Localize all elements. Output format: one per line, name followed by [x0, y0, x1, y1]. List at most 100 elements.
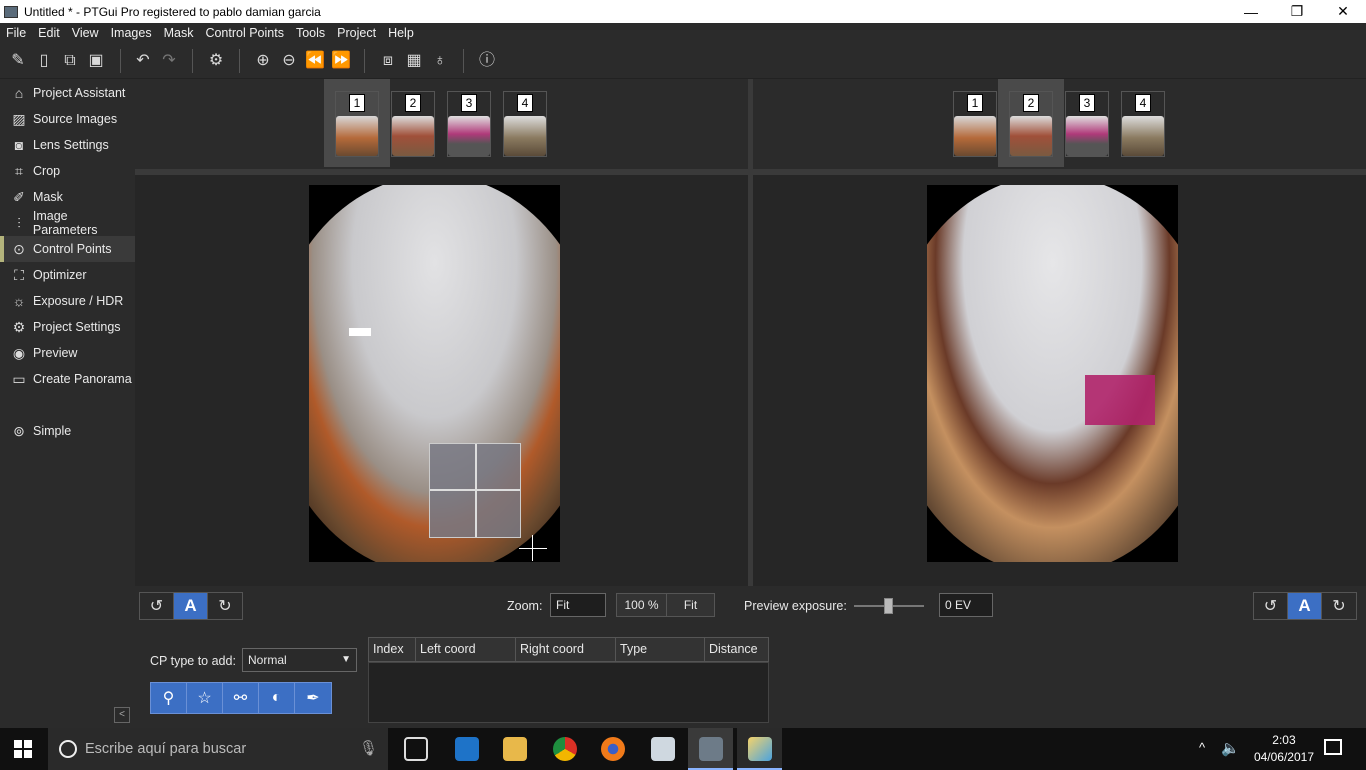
cp-table-body[interactable]: [368, 662, 769, 723]
sidebar-item-control-points[interactable]: ⊙ Control Points: [0, 236, 135, 262]
fast-forward-icon[interactable]: ⏩: [331, 51, 351, 71]
volume-icon[interactable]: 🔈: [1221, 739, 1240, 757]
mask-pen-icon: ✐: [13, 188, 25, 205]
sidebar-item-preview[interactable]: ◉ Preview: [0, 340, 135, 366]
cp-tool-buttons: ⚲ ☆ ⚯ ◐ ✒: [150, 682, 332, 714]
rotate-right-icon[interactable]: ↻: [1322, 593, 1356, 619]
contrast-icon[interactable]: ◐: [259, 683, 295, 713]
menu-project[interactable]: Project: [331, 26, 382, 40]
right-rotate-group: ↺ A ↻: [1253, 592, 1357, 620]
close-icon[interactable]: ✕: [1320, 0, 1366, 23]
zoom-in-icon[interactable]: ⊕: [253, 51, 273, 71]
sidebar-item-exposure-hdr[interactable]: ☼ Exposure / HDR: [0, 288, 135, 314]
cursor-crosshair: [519, 548, 547, 549]
save-icon[interactable]: ▣: [86, 51, 106, 71]
rotate-left-icon[interactable]: ↺: [140, 593, 174, 619]
task-view-icon[interactable]: [404, 737, 428, 761]
edge-icon[interactable]: [455, 737, 479, 761]
column-type[interactable]: Type: [616, 638, 705, 661]
restore-icon[interactable]: ❐: [1274, 0, 1320, 23]
simple-mode-toggle[interactable]: ⊚ Simple: [0, 418, 135, 444]
left-thumb-4[interactable]: 4: [503, 91, 547, 157]
column-left-coord[interactable]: Left coord: [416, 638, 516, 661]
undo-icon[interactable]: ↶: [133, 51, 153, 71]
menu-view[interactable]: View: [66, 26, 105, 40]
menu-help[interactable]: Help: [382, 26, 420, 40]
auto-orient-button[interactable]: A: [1288, 593, 1322, 619]
auto-cp-icon[interactable]: ⚲: [151, 683, 187, 713]
help-icon[interactable]: ⓘ: [477, 51, 497, 71]
sidebar-item-mask[interactable]: ✐ Mask: [0, 184, 135, 210]
column-right-coord[interactable]: Right coord: [516, 638, 616, 661]
chrome-icon[interactable]: [553, 737, 577, 761]
left-thumb-1[interactable]: 1: [335, 91, 379, 157]
auto-orient-button[interactable]: A: [174, 593, 208, 619]
menu-file[interactable]: File: [0, 26, 32, 40]
collapse-sidebar-icon[interactable]: <: [114, 707, 130, 723]
eyedropper-icon[interactable]: ✒: [295, 683, 331, 713]
file-explorer-icon[interactable]: [503, 737, 527, 761]
menu-bar: File Edit View Images Mask Control Point…: [0, 23, 1366, 43]
menu-edit[interactable]: Edit: [32, 26, 66, 40]
clock-date: 04/06/2017: [1253, 750, 1314, 764]
taskbar-clock[interactable]: 2:03 04/06/2017: [1254, 732, 1314, 766]
thumbnail-image: [954, 116, 996, 156]
minimize-icon[interactable]: —: [1228, 0, 1274, 23]
zoom-fit-button[interactable]: Fit: [667, 594, 714, 616]
link-icon[interactable]: ⚯: [223, 683, 259, 713]
cp-table-header: Index Left coord Right coord Type Distan…: [368, 637, 769, 662]
paint-taskbar-item[interactable]: [737, 728, 782, 770]
sidebar-item-optimizer[interactable]: ⛶ Optimizer: [0, 262, 135, 288]
lightbulb-icon[interactable]: ♁: [430, 51, 450, 71]
pane-divider: [753, 169, 1366, 175]
grid-table-icon[interactable]: ▦: [404, 51, 424, 71]
sidebar-item-source-images[interactable]: ▨ Source Images: [0, 106, 135, 132]
right-thumb-2[interactable]: 2: [1009, 91, 1053, 157]
menu-tools[interactable]: Tools: [290, 26, 331, 40]
column-index[interactable]: Index: [369, 638, 416, 661]
firefox-icon[interactable]: [601, 737, 625, 761]
sidebar-item-crop[interactable]: ⌗ Crop: [0, 158, 135, 184]
left-source-image[interactable]: [309, 185, 560, 562]
star-icon[interactable]: ☆: [187, 683, 223, 713]
image-viewer-icon[interactable]: [651, 737, 675, 761]
chevron-up-icon[interactable]: ^: [1199, 740, 1205, 755]
left-thumb-3[interactable]: 3: [447, 91, 491, 157]
column-distance[interactable]: Distance: [705, 638, 768, 661]
sidebar-item-create-panorama[interactable]: ▭ Create Panorama: [0, 366, 135, 392]
menu-mask[interactable]: Mask: [158, 26, 200, 40]
notifications-icon[interactable]: [1324, 739, 1342, 755]
exposure-input[interactable]: 0 EV: [939, 593, 993, 617]
redo-icon[interactable]: ↷: [159, 51, 179, 71]
panorama-editor-icon[interactable]: ⧈: [378, 51, 398, 71]
copy-project-icon[interactable]: ⧉: [60, 51, 80, 71]
left-thumb-2[interactable]: 2: [391, 91, 435, 157]
open-project-icon[interactable]: ▯: [34, 51, 54, 71]
settings-gear-icon[interactable]: ⚙: [206, 51, 226, 71]
rotate-right-icon[interactable]: ↻: [208, 593, 242, 619]
sidebar-item-lens-settings[interactable]: ◙ Lens Settings: [0, 132, 135, 158]
sidebar-item-project-assistant[interactable]: ⌂ Project Assistant: [0, 80, 135, 106]
zoom-100-button[interactable]: 100 %: [617, 594, 667, 616]
right-thumb-4[interactable]: 4: [1121, 91, 1165, 157]
sidebar-item-project-settings[interactable]: ⚙ Project Settings: [0, 314, 135, 340]
exposure-slider-thumb[interactable]: [884, 598, 893, 614]
rewind-icon[interactable]: ⏪: [305, 51, 325, 71]
menu-images[interactable]: Images: [105, 26, 158, 40]
rotate-left-icon[interactable]: ↺: [1254, 593, 1288, 619]
zoom-input[interactable]: Fit: [550, 593, 606, 617]
menu-control-points[interactable]: Control Points: [199, 26, 290, 40]
taskbar-search[interactable]: Escribe aquí para buscar 🎙: [48, 728, 388, 770]
zoom-out-icon[interactable]: ⊖: [279, 51, 299, 71]
windows-start-icon[interactable]: [14, 740, 32, 758]
home-icon: ⌂: [14, 85, 24, 101]
ptgui-taskbar-item[interactable]: [688, 728, 733, 770]
right-source-image[interactable]: [927, 185, 1178, 562]
right-thumb-3[interactable]: 3: [1065, 91, 1109, 157]
microphone-icon[interactable]: 🎙: [359, 739, 378, 757]
right-thumb-1[interactable]: 1: [953, 91, 997, 157]
sidebar-item-image-parameters[interactable]: ⫶ Image Parameters: [0, 209, 135, 237]
window-controls: — ❐ ✕: [1228, 0, 1366, 23]
new-project-icon[interactable]: ✎: [8, 51, 28, 71]
cp-type-select[interactable]: Normal ▼: [242, 648, 357, 672]
